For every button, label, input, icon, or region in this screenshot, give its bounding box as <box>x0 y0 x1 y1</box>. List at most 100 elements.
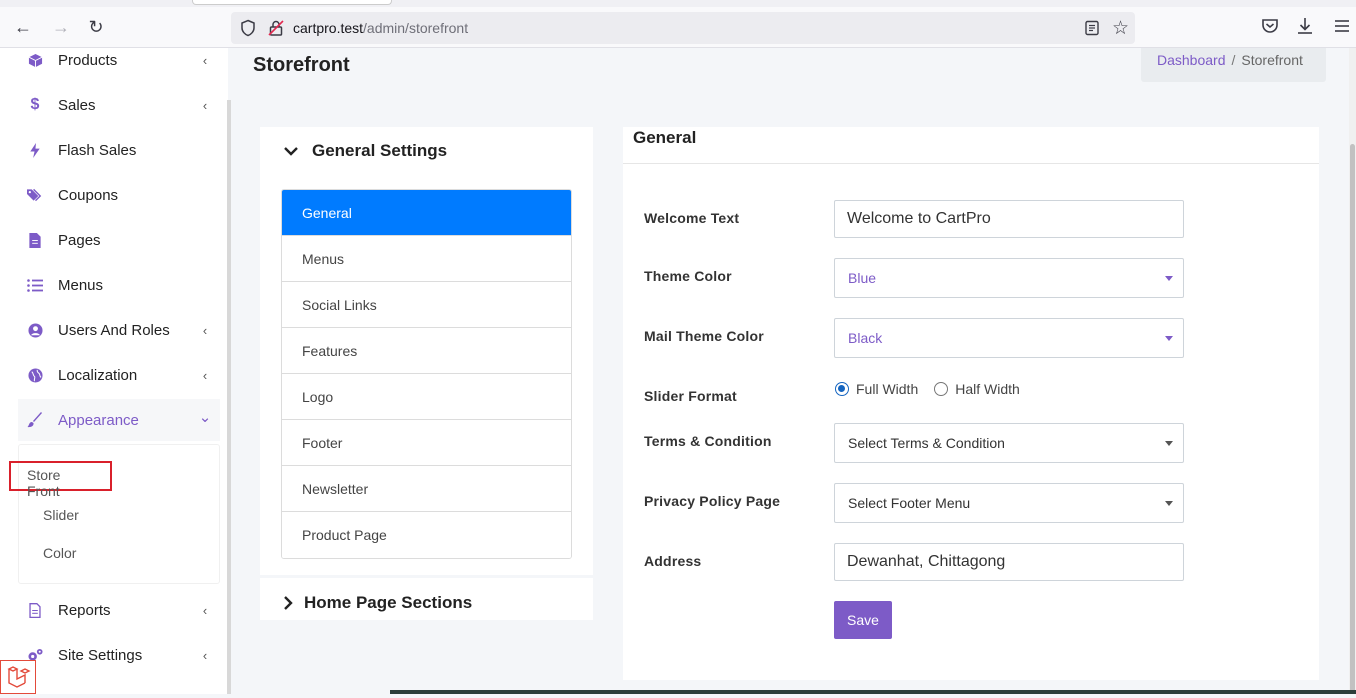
mail-theme-color-value: Black <box>848 330 883 346</box>
tab-strip <box>0 0 1356 7</box>
mail-theme-color-select[interactable]: Black <box>834 318 1184 358</box>
welcome-text-input[interactable]: Welcome to CartPro <box>834 200 1184 238</box>
privacy-policy-value: Select Footer Menu <box>848 495 971 511</box>
sidebar-item-label: Users And Roles <box>58 321 170 339</box>
sidebar-item-flash-sales[interactable]: Flash Sales <box>18 129 220 171</box>
download-icon[interactable] <box>1294 15 1316 37</box>
slider-format-radio-group: Full Width Half Width <box>835 381 1020 397</box>
address-bar[interactable]: cartpro.test/admin/storefront ☆ <box>231 12 1135 44</box>
sidebar-item-pages[interactable]: Pages <box>18 219 220 261</box>
brush-icon <box>26 411 44 429</box>
settings-tab-menus[interactable]: Menus <box>282 236 571 282</box>
forward-icon[interactable]: → <box>50 16 72 38</box>
breadcrumb-separator: / <box>1231 52 1236 68</box>
sidebar-item-label: Coupons <box>58 186 119 204</box>
sidebar-item-label: Products <box>58 51 118 69</box>
cube-icon <box>26 51 44 69</box>
sidebar-item-label: Appearance <box>58 411 139 429</box>
sidebar-item-label: Menus <box>58 276 104 294</box>
chevron-left-icon: ‹ <box>202 647 208 663</box>
sidebar-item-coupons[interactable]: Coupons <box>18 174 220 216</box>
form-title: General <box>633 128 697 147</box>
report-icon <box>26 601 44 619</box>
privacy-policy-label: Privacy Policy Page <box>644 493 781 509</box>
active-tab[interactable] <box>192 0 392 5</box>
sidebar-item-site-settings[interactable]: Site Settings ‹ <box>18 634 220 676</box>
home-page-sections-card: Home Page Sections <box>260 578 593 620</box>
globe-icon <box>26 366 44 384</box>
sidebar-item-appearance[interactable]: Appearance ⌄ <box>18 399 220 441</box>
form-divider <box>623 163 1319 164</box>
settings-tab-logo[interactable]: Logo <box>282 374 571 420</box>
back-icon[interactable]: ← <box>12 16 34 38</box>
slider-format-label: Slider Format <box>644 388 737 404</box>
shield-icon[interactable] <box>239 19 257 37</box>
submenu-item-color[interactable]: Color <box>43 545 76 561</box>
pocket-icon[interactable] <box>1259 15 1281 37</box>
menu-icon[interactable] <box>1331 15 1353 37</box>
settings-tab-social-links[interactable]: Social Links <box>282 282 571 328</box>
terms-condition-label: Terms & Condition <box>644 433 772 449</box>
page-title: Storefront <box>253 54 350 76</box>
settings-tab-footer[interactable]: Footer <box>282 420 571 466</box>
submenu-item-slider[interactable]: Slider <box>43 507 79 523</box>
sidebar-item-users-and-roles[interactable]: Users And Roles ‹ <box>18 309 220 351</box>
sidebar-item-products[interactable]: Products ‹ <box>18 39 220 81</box>
bookmark-star-icon[interactable]: ☆ <box>1112 17 1129 40</box>
sidebar-scrollbar[interactable] <box>227 100 231 694</box>
reader-view-icon[interactable] <box>1083 19 1101 37</box>
full-width-label: Full Width <box>856 381 919 397</box>
general-settings-toggle[interactable]: General Settings <box>282 141 447 161</box>
address-input[interactable]: Dewanhat, Chittagong <box>834 543 1184 581</box>
settings-tab-newsletter[interactable]: Newsletter <box>282 466 571 512</box>
breadcrumb-current: Storefront <box>1241 52 1303 68</box>
settings-tab-product-page[interactable]: Product Page <box>282 512 571 558</box>
sidebar-item-reports[interactable]: Reports ‹ <box>18 589 220 631</box>
chevron-left-icon: ‹ <box>202 367 208 383</box>
general-settings-heading: General Settings <box>312 141 448 160</box>
url-text[interactable]: cartpro.test/admin/storefront <box>293 20 468 36</box>
settings-nav-card: General Settings General Menus Social Li… <box>260 127 593 575</box>
settings-tab-general[interactable]: General <box>282 190 571 236</box>
terms-condition-value: Select Terms & Condition <box>848 435 1005 451</box>
bolt-icon <box>26 141 44 159</box>
address-label: Address <box>644 553 702 569</box>
dropdown-arrow-icon <box>1165 441 1173 446</box>
page-scrollbar[interactable] <box>1349 48 1356 694</box>
file-icon <box>26 231 44 249</box>
tags-icon <box>26 186 44 204</box>
sidebar-item-label: Flash Sales <box>58 141 137 159</box>
full-width-radio[interactable] <box>835 382 849 396</box>
list-icon <box>26 276 44 294</box>
chevron-left-icon: ‹ <box>202 97 208 113</box>
sidebar-item-sales[interactable]: $ Sales ‹ <box>18 84 220 126</box>
settings-tab-features[interactable]: Features <box>282 328 571 374</box>
welcome-text-label: Welcome Text <box>644 210 740 226</box>
page-scrollbar-thumb[interactable] <box>1350 144 1355 694</box>
save-button[interactable]: Save <box>834 601 892 639</box>
privacy-policy-select[interactable]: Select Footer Menu <box>834 483 1184 523</box>
theme-color-select[interactable]: Blue <box>834 258 1184 298</box>
submenu-item-store-front[interactable]: Store Front <box>9 461 112 499</box>
mail-theme-color-label: Mail Theme Color <box>644 328 764 344</box>
sidebar-item-label: Pages <box>58 231 101 249</box>
chevron-down-icon: ⌄ <box>198 409 212 426</box>
half-width-radio[interactable] <box>934 382 949 396</box>
sidebar-item-localization[interactable]: Localization ‹ <box>18 354 220 396</box>
reload-icon[interactable]: ↻ <box>85 16 107 38</box>
breadcrumb-dashboard-link[interactable]: Dashboard <box>1157 52 1226 68</box>
insecure-lock-icon[interactable] <box>267 19 285 37</box>
dropdown-arrow-icon <box>1165 336 1173 341</box>
dollar-icon: $ <box>30 96 40 113</box>
sidebar-item-label: Sales <box>58 96 96 114</box>
terms-condition-select[interactable]: Select Terms & Condition <box>834 423 1184 463</box>
sidebar-item-label: Reports <box>58 601 111 619</box>
home-page-sections-toggle[interactable]: Home Page Sections <box>282 593 472 613</box>
chevron-left-icon: ‹ <box>202 52 208 68</box>
sidebar-item-menus[interactable]: Menus <box>18 264 220 306</box>
half-width-label: Half Width <box>955 381 1020 397</box>
url-host: cartpro.test <box>293 20 364 36</box>
laravel-debugbar-icon[interactable] <box>0 660 36 694</box>
settings-list: General Menus Social Links Features Logo… <box>281 189 572 559</box>
breadcrumb: Dashboard / Storefront <box>1141 48 1326 82</box>
